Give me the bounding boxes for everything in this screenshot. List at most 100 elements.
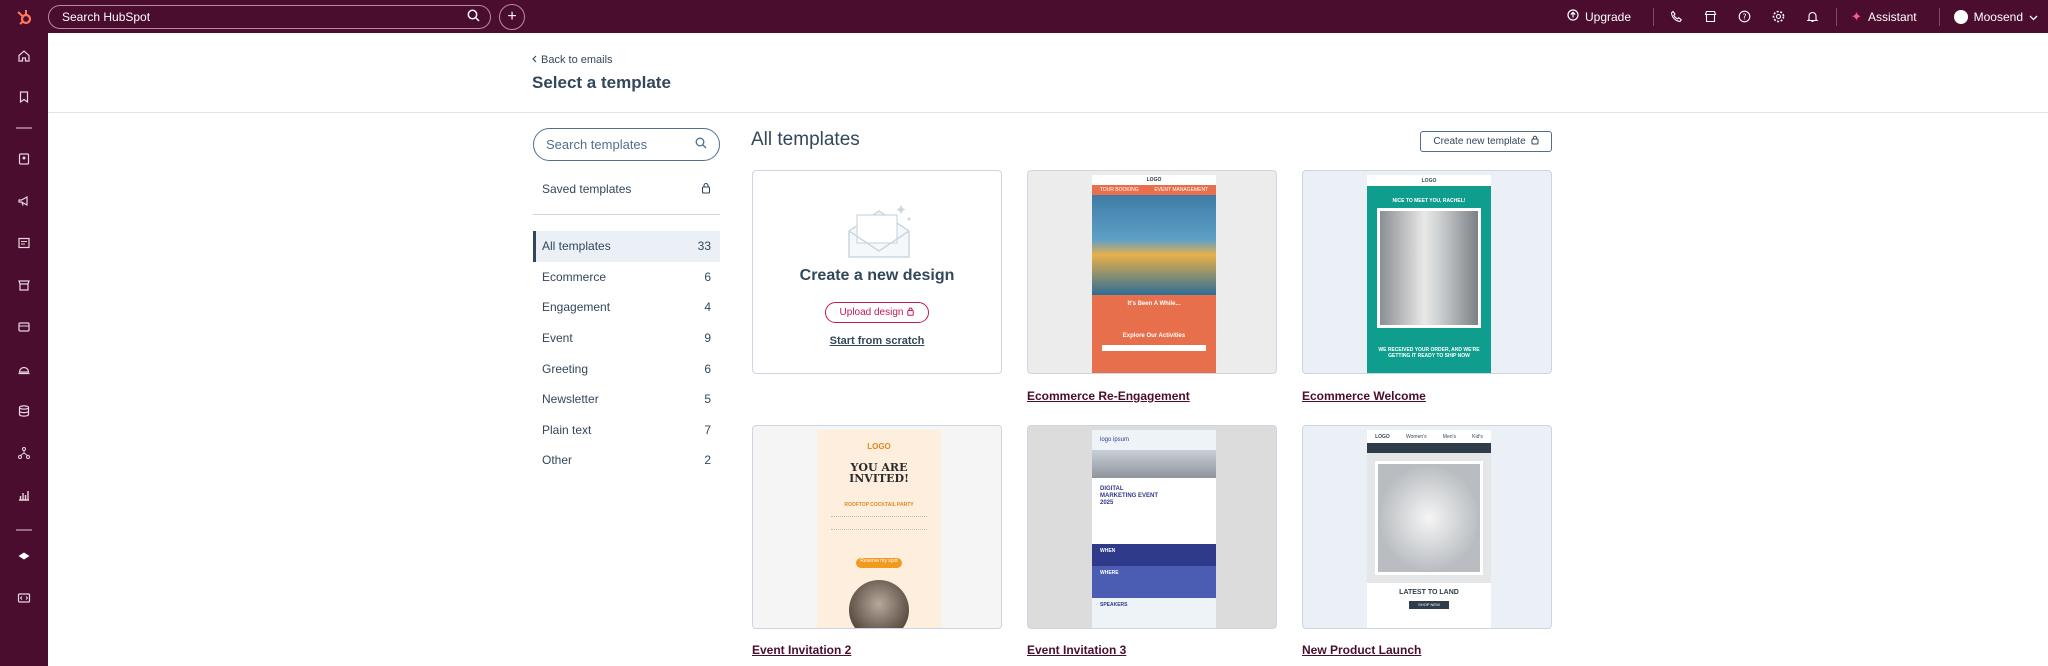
- preview-body: WE RECEIVED YOUR ORDER, AND WE'RE GETTIN…: [1367, 344, 1491, 373]
- category-engagement[interactable]: Engagement 4: [533, 292, 720, 323]
- home-icon[interactable]: [14, 46, 34, 66]
- category-label: Plain text: [542, 422, 592, 437]
- template-preview-image: LOGO NICE TO MEET YOU, RACHEL! WE RECEIV…: [1367, 175, 1491, 373]
- category-greeting[interactable]: Greeting 6: [533, 353, 720, 384]
- preview-cta: Reserve my spot: [856, 558, 902, 568]
- category-newsletter[interactable]: Newsletter 5: [533, 384, 720, 415]
- template-name[interactable]: New Product Launch: [1302, 643, 1421, 657]
- breeze-agents-icon[interactable]: [14, 546, 34, 566]
- start-from-scratch-link[interactable]: Start from scratch: [753, 335, 1001, 347]
- service-icon[interactable]: [14, 359, 34, 379]
- template-card-event-invitation-3[interactable]: logo ipsum DIGITAL MARKETING EVENT 2025 …: [1027, 425, 1277, 629]
- developer-icon[interactable]: [14, 588, 34, 608]
- category-other[interactable]: Other 2: [533, 445, 720, 476]
- category-ecommerce[interactable]: Ecommerce 6: [533, 262, 720, 293]
- lock-icon: [907, 307, 915, 319]
- settings-gear-icon[interactable]: [1768, 7, 1788, 27]
- phone-icon[interactable]: [1666, 7, 1686, 27]
- automation-icon[interactable]: [14, 443, 34, 463]
- category-label: Newsletter: [542, 392, 599, 407]
- contacts-icon[interactable]: [14, 149, 34, 169]
- preview-headline: YOU ARE INVITED!: [849, 461, 909, 485]
- upgrade-arrow-icon: [1567, 9, 1579, 24]
- preview-logo-bar: logo ipsum: [1092, 430, 1216, 450]
- payments-icon[interactable]: [14, 317, 34, 337]
- preview-text-block: [831, 516, 927, 530]
- template-card-event-invitation-2[interactable]: LOGO YOU ARE INVITED! ROOFTOP COCKTAIL P…: [752, 425, 1002, 629]
- hubspot-logo-icon[interactable]: [0, 0, 48, 33]
- envelope-illustration-icon: [841, 199, 917, 266]
- category-label: Engagement: [542, 300, 611, 315]
- create-plus-button[interactable]: +: [499, 3, 525, 30]
- preview-button: [1102, 345, 1206, 351]
- account-menu[interactable]: Moosend: [1953, 9, 2038, 24]
- preview-nav-item: Women's: [1406, 433, 1427, 440]
- rafting-photo: [1092, 195, 1216, 295]
- content-icon[interactable]: [14, 233, 34, 253]
- back-to-emails-link[interactable]: Back to emails: [532, 54, 613, 66]
- divider: [1836, 7, 1838, 26]
- preview-nav-item: Men's: [1442, 433, 1456, 440]
- category-label: All templates: [542, 239, 611, 254]
- search-icon[interactable]: [467, 9, 480, 25]
- preview-logo-bar: LOGO: [1367, 175, 1491, 186]
- marketing-megaphone-icon[interactable]: [14, 191, 34, 211]
- category-event[interactable]: Event 9: [533, 323, 720, 354]
- category-plain-text[interactable]: Plain text 7: [533, 415, 720, 446]
- upload-design-button[interactable]: Upload design: [825, 302, 929, 323]
- preview-intro: DIGITAL MARKETING EVENT 2025: [1092, 478, 1216, 544]
- preview-speakers-block: SPEAKERS: [1092, 598, 1216, 628]
- create-new-template-button[interactable]: Create new template: [1420, 131, 1552, 152]
- commerce-icon[interactable]: [14, 275, 34, 295]
- preview-logo: LOGO: [1421, 177, 1437, 184]
- category-label: Ecommerce: [542, 269, 607, 284]
- preview-nav-item: TOUR BOOKING: [1099, 187, 1139, 193]
- assistant-button[interactable]: ✦ Assistant: [1851, 9, 1917, 25]
- preview-where-block: WHERE: [1092, 566, 1216, 598]
- preview-speakers: SPEAKERS: [1100, 602, 1128, 608]
- template-name[interactable]: Ecommerce Re-Engagement: [1027, 389, 1190, 403]
- preview-headline: LATEST TO LAND: [1399, 589, 1459, 596]
- preview-logo: logo ipsum: [1100, 437, 1130, 443]
- top-navigation-bar: Search HubSpot + Upgrade ? ✦ Assistant M…: [0, 0, 2048, 33]
- rail-divider: [16, 529, 32, 531]
- preview-where: WHERE: [1100, 570, 1119, 576]
- category-label: Event: [542, 331, 573, 346]
- category-count: 4: [704, 300, 711, 315]
- data-database-icon[interactable]: [14, 401, 34, 421]
- template-name[interactable]: Event Invitation 2: [752, 643, 851, 657]
- template-card-new-product-launch[interactable]: LOGO Women's Men's Kid's LATEST TO LAND SHO…: [1302, 425, 1552, 629]
- global-search-input[interactable]: Search HubSpot: [48, 4, 491, 29]
- preview-nav-item: EVENT MANAGEMENT: [1154, 187, 1209, 193]
- preview-cta: Explore Our Activities: [1122, 333, 1186, 339]
- search-icon: [695, 137, 707, 152]
- category-count: 6: [704, 361, 711, 376]
- preview-logo-bar: LOGO: [1092, 175, 1216, 185]
- category-count: 7: [704, 422, 711, 437]
- wine-bottle-photo: [1377, 208, 1481, 328]
- bookmark-icon[interactable]: [14, 87, 34, 107]
- template-card-ecommerce-reengagement[interactable]: LOGO TOUR BOOKING EVENT MANAGEMENT It's B…: [1027, 170, 1277, 374]
- cocktail-photo: [849, 580, 909, 628]
- category-all-templates[interactable]: All templates 33: [533, 231, 720, 262]
- saved-templates-item[interactable]: Saved templates: [533, 179, 720, 199]
- preview-when: WHEN: [1100, 548, 1116, 554]
- chevron-down-icon: [2029, 10, 2038, 24]
- notifications-bell-icon[interactable]: [1802, 7, 1822, 27]
- preview-headline: It's Been A While...: [1127, 301, 1181, 307]
- template-card-ecommerce-welcome[interactable]: LOGO NICE TO MEET YOU, RACHEL! WE RECEIV…: [1302, 170, 1552, 374]
- upgrade-button[interactable]: Upgrade: [1567, 9, 1631, 24]
- help-icon[interactable]: ?: [1734, 7, 1754, 27]
- create-new-design-card: Create a new design Upload design Start …: [752, 170, 1002, 374]
- divider: [1938, 7, 1940, 26]
- template-filters-panel: Search templates Saved templates All tem…: [533, 128, 720, 476]
- preview-logo: LOGO: [1146, 177, 1162, 183]
- template-name[interactable]: Event Invitation 3: [1027, 643, 1126, 657]
- create-new-design-title: Create a new design: [799, 267, 955, 284]
- template-name[interactable]: Ecommerce Welcome: [1302, 389, 1426, 403]
- reporting-chart-icon[interactable]: [14, 485, 34, 505]
- template-search-input[interactable]: Search templates: [533, 128, 720, 161]
- template-preview-image: LOGO TOUR BOOKING EVENT MANAGEMENT It's B…: [1092, 175, 1216, 373]
- marketplace-icon[interactable]: [1700, 7, 1720, 27]
- left-navigation-rail: [0, 33, 48, 666]
